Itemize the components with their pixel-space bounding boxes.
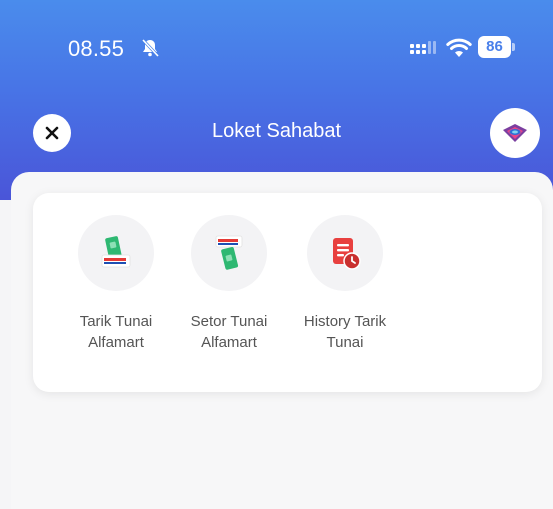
menu-label-line1: Setor Tunai <box>190 313 268 330</box>
cash-deposit-alfamart-icon <box>215 235 243 270</box>
status-time: 08.55 <box>68 36 125 61</box>
menu-icon-background <box>78 215 154 291</box>
bank-logo-icon <box>503 124 527 142</box>
status-bar: 08.55 86 <box>0 0 553 90</box>
menu-label: Tarik Tunai Alfamart <box>60 311 172 353</box>
menu-label-line2: Tunai <box>326 334 364 351</box>
nav-bar: Loket Sahabat <box>0 106 553 158</box>
menu-card: Tarik Tunai Alfamart Setor Tunai Alfamar… <box>33 193 542 392</box>
menu-icon-background <box>191 215 267 291</box>
bell-muted-icon <box>141 38 160 58</box>
page-title: Loket Sahabat <box>212 120 341 142</box>
brand-logo-button[interactable] <box>490 108 540 158</box>
battery-tip <box>512 43 515 51</box>
battery-level: 86 <box>478 36 511 58</box>
wifi-icon <box>446 38 472 57</box>
menu-item-history-tarik-tunai[interactable]: History Tarik Tunai <box>289 215 401 353</box>
menu-label-line1: History Tarik <box>303 313 387 330</box>
close-button[interactable] <box>33 114 71 152</box>
app-header: 08.55 86 Loket Sahabat <box>0 0 553 200</box>
menu-icon-background <box>307 215 383 291</box>
menu-label: History Tarik Tunai <box>289 311 401 353</box>
menu-item-setor-tunai-alfamart[interactable]: Setor Tunai Alfamart <box>173 215 285 353</box>
cellular-signal-icon <box>410 41 436 54</box>
withdrawal-history-icon <box>333 238 361 270</box>
close-icon <box>45 126 59 140</box>
menu-label-line2: Alfamart <box>201 334 257 351</box>
menu-label-line1: Tarik Tunai <box>79 313 153 330</box>
menu-label-line2: Alfamart <box>88 334 144 351</box>
menu-item-tarik-tunai-alfamart[interactable]: Tarik Tunai Alfamart <box>60 215 172 353</box>
menu-label: Setor Tunai Alfamart <box>173 311 285 353</box>
battery-indicator: 86 <box>478 36 516 58</box>
cash-withdrawal-alfamart-icon <box>101 236 131 268</box>
